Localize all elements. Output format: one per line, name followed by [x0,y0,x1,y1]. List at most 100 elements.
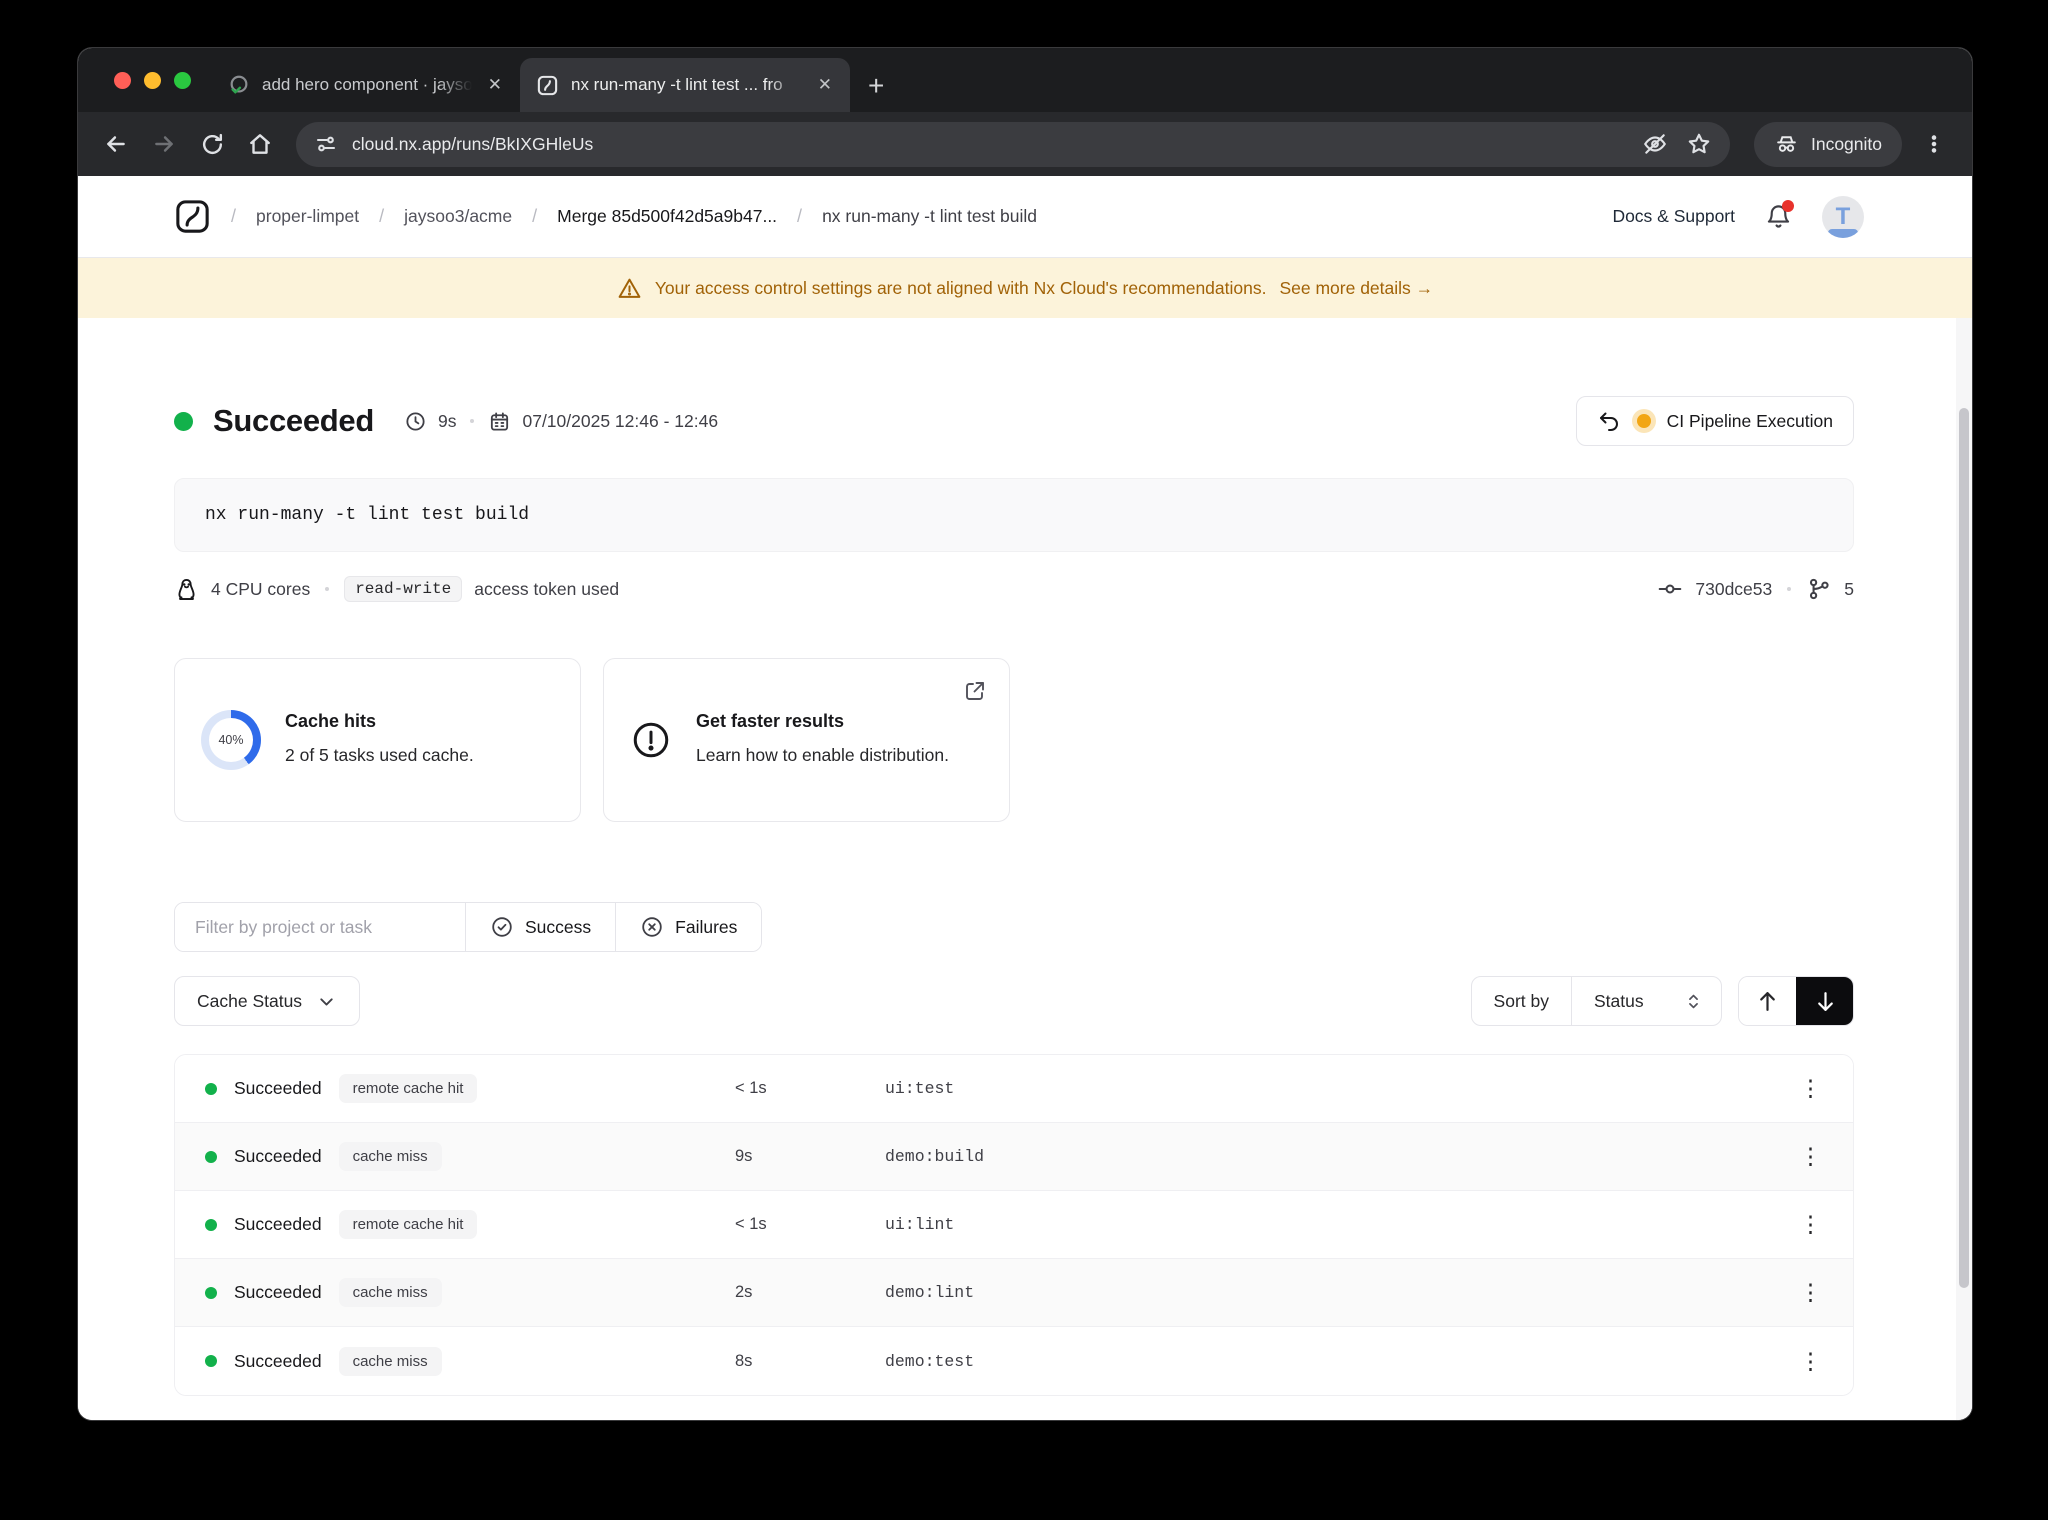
row-duration: 9s [735,1147,753,1165]
row-task: demo:build [885,1147,985,1166]
browser-menu-button[interactable] [1912,122,1956,166]
close-window-button[interactable] [114,72,131,89]
docs-support-link[interactable]: Docs & Support [1612,206,1735,227]
command-text: nx run-many -t lint test build [205,505,530,525]
distribution-card[interactable]: Get faster results Learn how to enable d… [603,658,1010,822]
tab-add-hero-component[interactable]: add hero component · jaysoo ✕ [212,58,520,112]
sort-ascending-button[interactable] [1739,977,1796,1025]
row-status: Succeeded [234,1078,322,1098]
breadcrumb-workspace[interactable]: proper-limpet [256,206,359,227]
window-controls[interactable] [114,72,191,89]
scrollbar-thumb[interactable] [1959,408,1969,1288]
notifications-button[interactable] [1765,200,1794,230]
cache-badge: remote cache hit [338,1074,478,1103]
row-status-dot [205,1355,217,1367]
cache-hits-card: 40% Cache hits 2 of 5 tasks used cache. [174,658,581,822]
close-tab-icon[interactable]: ✕ [814,73,836,97]
bookmark-star-icon[interactable] [1686,131,1712,157]
external-link-icon[interactable] [963,679,987,703]
info-circle-icon [633,722,669,758]
cache-status-label: Cache Status [197,990,303,1011]
row-menu-button[interactable]: ⋮ [1799,1075,1853,1102]
access-token-badge: read-write [344,576,463,602]
branch-icon [1810,578,1829,600]
clock-icon [406,411,425,431]
incognito-label: Incognito [1810,133,1882,154]
nx-cloud-logo[interactable] [174,198,211,235]
access-control-banner: Your access control settings are not ali… [78,258,1972,318]
branch-count[interactable]: 5 [1844,579,1854,600]
sort-direction-toggle [1738,976,1854,1026]
row-status: Succeeded [234,1146,322,1166]
banner-link[interactable]: See more details → [1279,278,1433,299]
minimize-window-button[interactable] [144,72,161,89]
home-icon [250,134,270,154]
eye-off-icon[interactable] [1642,131,1668,157]
row-duration: < 1s [735,1215,767,1233]
row-task: demo:lint [885,1283,975,1302]
filter-group: Success Failures [174,902,763,952]
back-button[interactable] [94,122,138,166]
distribution-card-title: Get faster results [696,710,845,731]
row-task: ui:lint [885,1215,955,1234]
avatar[interactable]: T [1822,195,1864,238]
table-row[interactable]: Succeeded cache miss 9s demo:build ⋮ [175,1123,1853,1191]
url-text[interactable]: cloud.nx.app/runs/BkIXGHleUs [352,134,1628,155]
table-row[interactable]: Succeeded remote cache hit < 1s ui:test ⋮ [175,1055,1853,1123]
status-dot [174,411,193,431]
filter-success-label: Success [525,916,592,937]
row-status-dot [205,1150,217,1163]
site-info-icon[interactable] [314,132,338,156]
separator-dot [470,419,475,423]
breadcrumb-repo[interactable]: jaysoo3/acme [404,206,512,227]
close-tab-icon[interactable]: ✕ [484,73,506,97]
row-duration: 2s [735,1283,753,1301]
cache-badge: remote cache hit [338,1210,478,1239]
table-row[interactable]: Succeeded cache miss 2s demo:lint ⋮ [175,1259,1853,1327]
task-table: Succeeded remote cache hit < 1s ui:test ⋮… [174,1054,1854,1396]
sort-select[interactable]: Status [1571,977,1721,1025]
table-row[interactable]: Succeeded remote cache hit < 1s ui:lint ⋮ [175,1191,1853,1259]
row-status: Succeeded [234,1214,322,1234]
chevron-down-icon [320,997,333,1005]
cache-percent: 40% [218,733,244,747]
reload-icon [202,133,222,154]
row-menu-button[interactable]: ⋮ [1799,1279,1853,1306]
incognito-badge: Incognito [1753,121,1902,167]
reload-button[interactable] [190,122,234,166]
undo-icon [1599,412,1618,431]
linux-penguin-icon [178,578,195,600]
filter-input[interactable] [175,903,465,951]
new-tab-button[interactable]: + [868,72,884,100]
breadcrumb-merge[interactable]: Merge 85d500f42d5a9b47... [557,206,777,227]
run-status-row: Succeeded 9s 07/10/2025 12:46 - 12:46 CI… [174,396,1854,446]
pipeline-button-label: CI Pipeline Execution [1666,410,1833,431]
filter-failures-button[interactable]: Failures [615,903,762,951]
forward-icon [155,136,173,152]
sort-descending-button[interactable] [1796,977,1853,1025]
tab-nx-run[interactable]: nx run-many -t lint test ... fro ✕ [520,58,850,112]
commit-sha[interactable]: 730dce53 [1695,579,1772,600]
row-menu-button[interactable]: ⋮ [1799,1348,1853,1375]
cache-status-dropdown[interactable]: Cache Status [174,976,361,1026]
row-menu-button[interactable]: ⋮ [1799,1143,1853,1170]
row-menu-button[interactable]: ⋮ [1799,1211,1853,1238]
address-bar[interactable]: cloud.nx.app/runs/BkIXGHleUs [296,121,1730,167]
page-scrollbar[interactable] [1956,318,1972,1420]
run-status-title: Succeeded [213,403,374,438]
filter-success-button[interactable]: Success [465,903,616,951]
access-token-suffix: access token used [474,578,620,599]
browser-window: add hero component · jaysoo ✕ nx run-man… [78,48,1972,1420]
forward-button[interactable] [142,122,186,166]
home-button[interactable] [238,122,282,166]
avatar-letter: T [1835,202,1851,230]
cache-donut: 40% [201,710,261,770]
row-task: ui:test [885,1079,955,1098]
nx-favicon [537,75,558,95]
pr-status-favicon [230,75,248,94]
table-row[interactable]: Succeeded cache miss 8s demo:test ⋮ [175,1327,1853,1395]
pipeline-execution-button[interactable]: CI Pipeline Execution [1575,396,1854,446]
sort-group: Sort by Status [1470,976,1722,1026]
zoom-window-button[interactable] [174,72,191,89]
run-command: nx run-many -t lint test build [174,478,1854,552]
